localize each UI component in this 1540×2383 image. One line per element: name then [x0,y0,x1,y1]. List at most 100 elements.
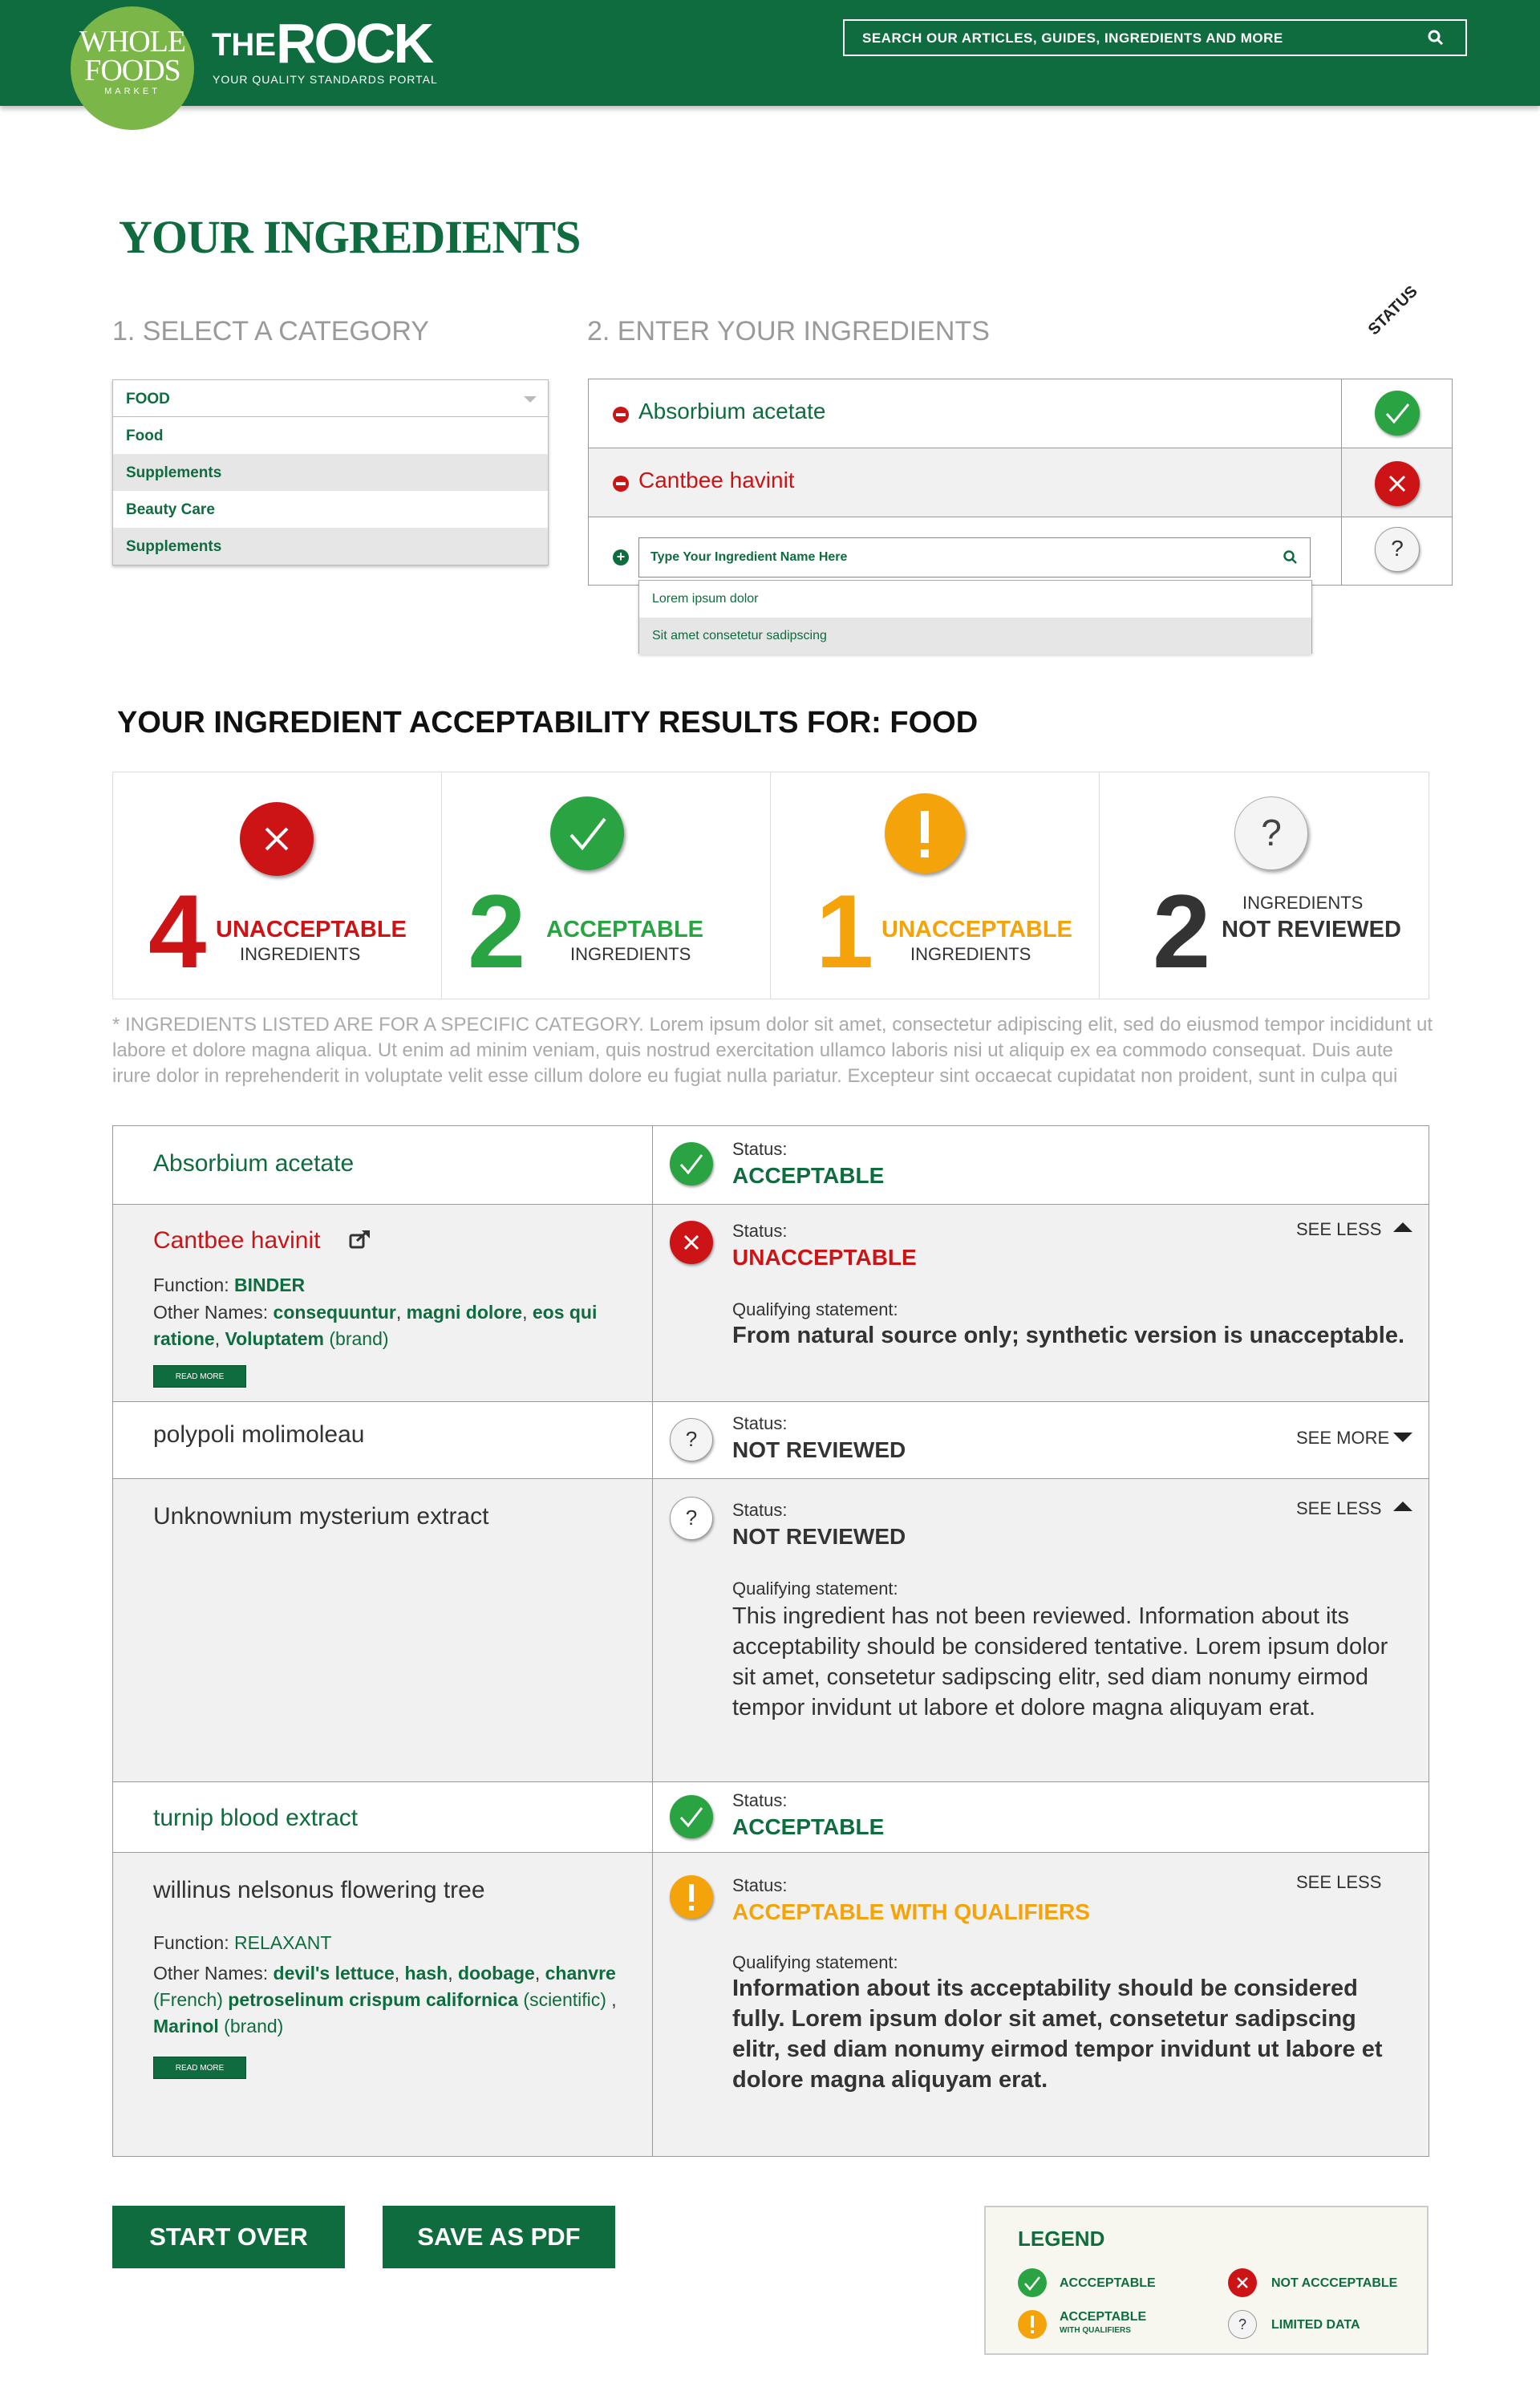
check-icon [550,796,624,870]
suggestion-item[interactable]: Lorem ipsum dolor [639,581,1311,618]
ingredient-input[interactable] [638,537,1311,578]
search-icon[interactable] [1427,29,1445,47]
status-value: UNACCEPTABLE [732,1245,917,1270]
detail-row: willinus nelsonus flowering tree Functio… [113,1853,1429,2156]
summary-sub: INGREDIENTS [240,944,361,964]
x-icon [670,1221,713,1264]
ingredient-name: Cantbee havinit [638,468,795,492]
ingredient-text-field[interactable] [639,538,1249,577]
category-option[interactable]: Supplements [113,528,548,565]
suggestion-item[interactable]: Sit amet consetetur sadipscing [639,618,1311,655]
read-more-button[interactable]: READ MORE [153,2057,246,2079]
brand-the: THE [212,27,276,63]
status-value: NOT REVIEWED [732,1437,906,1462]
remove-icon[interactable] [613,407,629,423]
category-option[interactable]: Beauty Care [113,491,548,528]
exclamation-icon [670,1875,713,1919]
summary-unacceptable: 4 UNACCEPTABLE INGREDIENTS [113,772,442,999]
chevron-up-icon[interactable] [1393,1222,1412,1232]
qualifying-statement: Information about its acceptability shou… [732,1976,1383,2093]
question-icon: ? [670,1497,713,1540]
other-names: Other Names: consequuntur, magni dolore,… [153,1302,598,1349]
legend-title: LEGEND [1018,2227,1105,2251]
summary-label: ACCEPTABLE [546,917,704,942]
check-icon [1018,2268,1047,2297]
summary-count: 4 [148,873,207,990]
question-icon: ? [1228,2310,1257,2339]
see-more-toggle[interactable]: SEE MORE [1296,1428,1389,1449]
ingredient-entry-row: Cantbee havinit [589,448,1452,517]
x-icon [1375,461,1420,506]
chevron-up-icon[interactable] [1393,1502,1412,1511]
exclamation-icon [1018,2310,1047,2339]
legend: LEGEND ACCCEPTABLE NOT ACCCEPTABLE ACCEP… [984,2206,1429,2355]
status-value: ACCEPTABLE WITH QUALIFIERS [732,1899,1090,1924]
ingredient-name: Absorbium acetate [638,399,826,424]
status-column-header: STATUS [1364,282,1421,339]
results-title: YOUR INGREDIENT ACCEPTABILITY RESULTS FO… [117,706,979,740]
chevron-down-icon[interactable] [1393,1433,1412,1442]
status-label: Status: [732,1790,788,1810]
step2-label: 2. ENTER YOUR INGREDIENTS [587,316,990,347]
legend-acceptable-qualifiers-sub: WITH QUALIFIERS [1060,2326,1131,2335]
qualifying-label: Qualifying statement: [732,1952,898,1972]
search-icon[interactable] [1283,549,1299,565]
check-icon [670,1795,713,1838]
ingredient-suggestions: Lorem ipsum dolor Sit amet consetetur sa… [638,580,1312,655]
check-icon [1375,391,1420,436]
see-less-toggle[interactable]: SEE LESS [1296,1219,1381,1240]
qualifying-statement: From natural source only; synthetic vers… [732,1323,1405,1348]
x-icon [240,802,314,876]
chevron-down-icon[interactable] [524,396,537,403]
detail-ingredient-name: willinus nelsonus flowering tree [153,1877,485,1903]
remove-icon[interactable] [613,476,629,492]
qualifying-label: Qualifying statement: [732,1579,898,1599]
qualifying-statement: This ingredient has not been reviewed. I… [732,1603,1388,1720]
legend-not-acceptable: NOT ACCCEPTABLE [1271,2276,1398,2290]
search-input[interactable]: SEARCH OUR ARTICLES, GUIDES, INGREDIENTS… [862,30,1283,47]
status-label: Status: [732,1221,788,1241]
summary-label: UNACCEPTABLE [881,917,1072,942]
question-icon: ? [1375,527,1420,572]
category-select[interactable]: FOOD Food Supplements Beauty Care Supple… [112,379,549,565]
site-search[interactable]: SEARCH OUR ARTICLES, GUIDES, INGREDIENTS… [843,19,1467,56]
category-option[interactable]: Food [113,417,548,454]
summary-sub: INGREDIENTS [1242,893,1364,913]
summary-count: 2 [1153,873,1211,990]
site-header: THE ROCK YOUR QUALITY STANDARDS PORTAL S… [0,0,1540,106]
read-more-button[interactable]: READ MORE [153,1365,246,1388]
detail-ingredient-name: turnip blood extract [153,1805,359,1831]
detail-row: turnip blood extract Status: ACCEPTABLE [113,1782,1429,1853]
detail-ingredient-name[interactable]: Cantbee havinit [153,1227,320,1254]
detail-ingredient-name: polypoli molimoleau [153,1421,365,1448]
status-value: ACCEPTABLE [732,1814,885,1839]
summary-label: NOT REVIEWED [1222,917,1401,942]
see-less-toggle[interactable]: SEE LESS [1296,1872,1381,1893]
summary-count: 2 [468,873,526,990]
other-names: Other Names: devil's lettuce, hash, doob… [153,1963,617,2036]
legend-acceptable: ACCCEPTABLE [1060,2276,1156,2290]
ingredient-entry-table: Absorbium acetate Cantbee havinit + ? [588,379,1453,586]
external-link-icon[interactable] [349,1229,371,1250]
brand-tagline: YOUR QUALITY STANDARDS PORTAL [213,73,438,86]
summary-sub: INGREDIENTS [570,944,691,964]
start-over-button[interactable]: START OVER [112,2206,345,2268]
summary-acceptable: 2 ACCEPTABLE INGREDIENTS [442,772,771,999]
summary-count: 1 [816,873,874,990]
summary-label: UNACCEPTABLE [216,917,407,942]
add-icon[interactable]: + [613,549,629,565]
summary-qualifiers: 1 UNACCEPTABLE INGREDIENTS [771,772,1100,999]
see-less-toggle[interactable]: SEE LESS [1296,1498,1381,1519]
detail-row: Absorbium acetate Status: ACCEPTABLE [113,1126,1429,1205]
detail-ingredient-name: Unknownium mysterium extract [153,1503,489,1530]
function-line: Function: BINDER [153,1275,306,1295]
category-option[interactable]: Supplements [113,454,548,491]
page-title: YOUR INGREDIENTS [119,211,581,263]
whole-foods-logo[interactable]: WHOLE FOODS MARKET [71,6,194,130]
disclaimer-text: * INGREDIENTS LISTED ARE FOR A SPECIFIC … [112,1014,1433,1087]
category-selected[interactable]: FOOD [113,380,548,417]
detail-ingredient-name: Absorbium acetate [153,1150,355,1177]
qualifying-label: Qualifying statement: [732,1299,898,1319]
question-icon: ? [1234,796,1308,870]
save-pdf-button[interactable]: SAVE AS PDF [383,2206,615,2268]
